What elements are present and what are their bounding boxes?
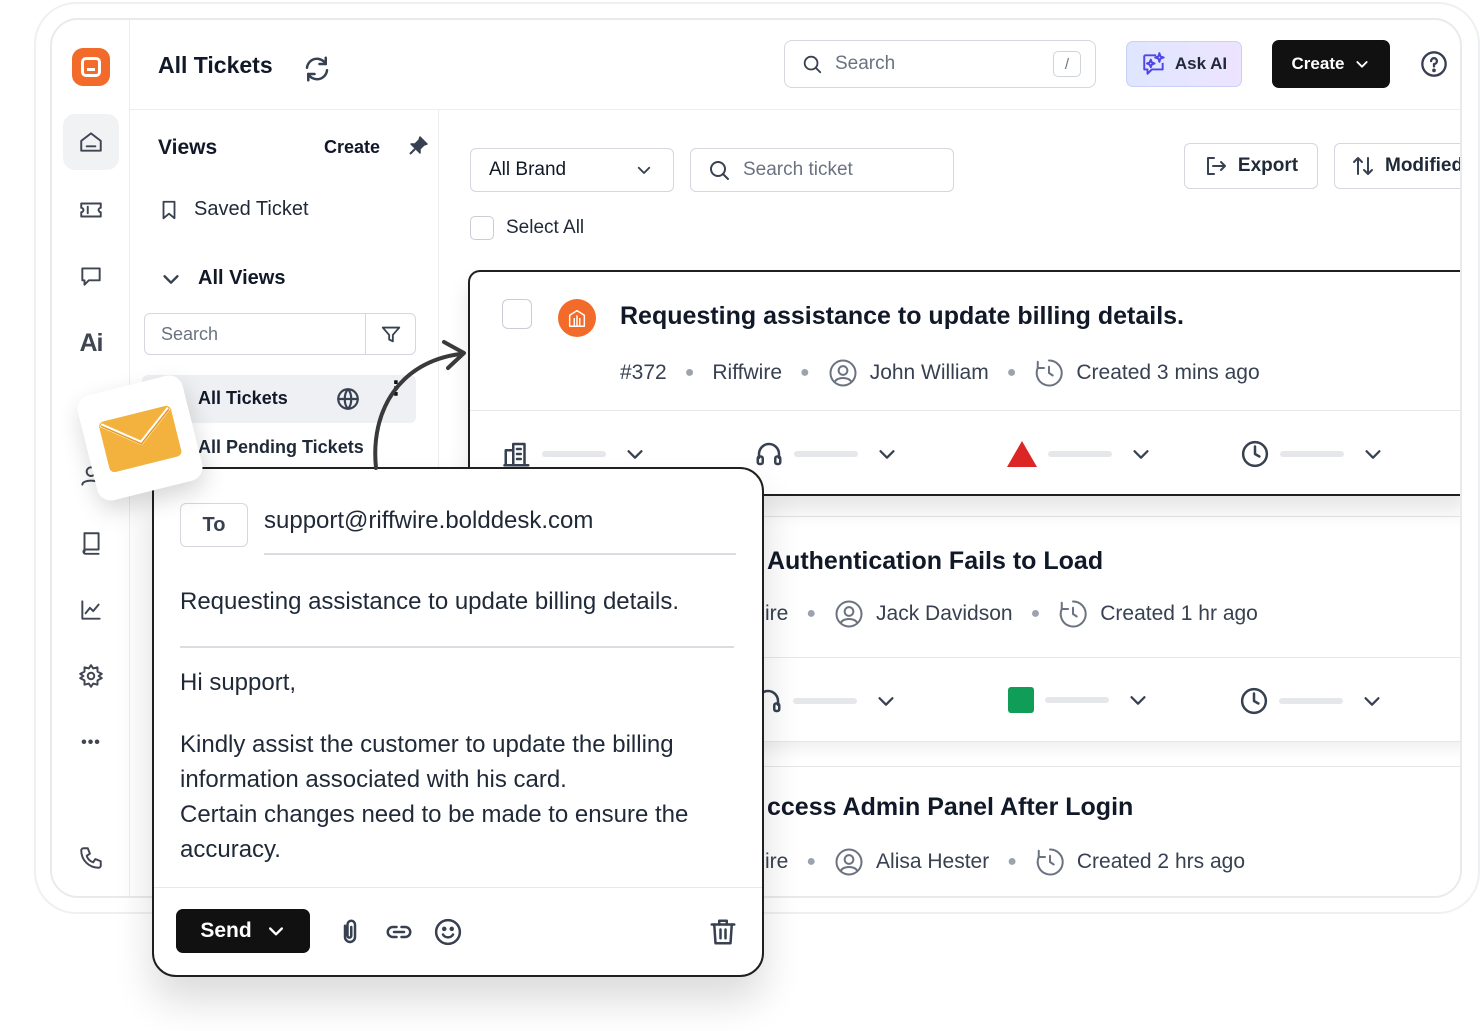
priority-triangle-icon xyxy=(1007,441,1037,467)
views-heading: Views xyxy=(158,136,218,159)
clock-history-icon xyxy=(1059,600,1087,628)
refresh-icon[interactable] xyxy=(302,54,332,84)
sparkle-chat-icon xyxy=(1143,52,1165,75)
ticket-agent: Jack Davidson xyxy=(876,602,1013,625)
compose-footer: Send xyxy=(154,887,762,975)
priority-field-dropdown[interactable] xyxy=(1006,439,1152,469)
ticket-icon[interactable] xyxy=(63,182,119,238)
app-logo[interactable] xyxy=(72,48,110,86)
ticket-agent: John William xyxy=(869,361,989,384)
due-date-field-dropdown[interactable] xyxy=(1239,686,1383,716)
ask-ai-button[interactable]: Ask AI xyxy=(1126,41,1242,87)
chart-icon[interactable] xyxy=(63,582,119,638)
clock-icon xyxy=(1240,687,1268,715)
brand-field-dropdown[interactable] xyxy=(502,439,646,469)
ticket-checkbox[interactable] xyxy=(502,299,532,329)
ticket-created: Created 2 hrs ago xyxy=(1076,850,1245,873)
more-icon[interactable]: ••• xyxy=(63,715,119,771)
agent-field-dropdown[interactable] xyxy=(754,439,898,469)
ticket-search-input[interactable]: Search ticket xyxy=(690,148,954,192)
ticket-meta: ire ● Jack Davidson ● Created 1 hr ago xyxy=(765,599,1258,629)
ticket-brand: ire xyxy=(765,602,789,625)
subject-field[interactable]: Requesting assistance to update billing … xyxy=(180,588,679,616)
emoji-icon[interactable] xyxy=(433,917,463,947)
link-icon[interactable] xyxy=(384,917,414,947)
trash-icon[interactable] xyxy=(708,917,738,947)
globe-icon xyxy=(335,386,361,412)
phone-icon[interactable] xyxy=(63,830,119,886)
pin-icon[interactable] xyxy=(406,134,430,158)
create-button[interactable]: Create xyxy=(1272,40,1390,88)
search-icon xyxy=(710,161,729,180)
global-search-input[interactable]: Search / xyxy=(784,40,1096,88)
headset-icon xyxy=(756,442,782,466)
company-avatar-icon xyxy=(558,299,596,337)
ticket-meta: ire ● Alisa Hester ● Created 2 hrs ago xyxy=(765,847,1245,877)
checkbox[interactable] xyxy=(470,216,494,240)
clock-icon xyxy=(1241,440,1269,468)
agent-field-dropdown[interactable] xyxy=(753,686,897,716)
ticket-brand: Riffwire xyxy=(712,361,783,384)
clock-history-icon xyxy=(1036,359,1064,387)
search-shortcut-key: / xyxy=(1053,51,1081,77)
chevron-down-icon xyxy=(1133,450,1149,459)
ticket-title[interactable]: ccess Admin Panel After Login xyxy=(767,793,1133,822)
ticket-brand: ire xyxy=(765,850,789,873)
brand-select[interactable]: All Brand xyxy=(470,148,674,192)
all-views-toggle[interactable]: All Views xyxy=(160,267,285,290)
home-icon[interactable] xyxy=(63,114,119,170)
chevron-down-icon xyxy=(163,274,179,284)
curved-arrow-icon xyxy=(373,340,466,470)
priority-square-icon xyxy=(1008,687,1034,713)
ticket-title[interactable]: Requesting assistance to update billing … xyxy=(620,302,1184,331)
chevron-down-icon xyxy=(879,450,895,459)
to-label-chip: To xyxy=(180,503,248,547)
book-icon[interactable] xyxy=(63,515,119,571)
ai-icon[interactable]: Ai xyxy=(63,315,119,371)
bookmark-icon xyxy=(162,200,176,219)
chat-icon[interactable] xyxy=(63,248,119,304)
view-item-all-pending-tickets[interactable]: All Pending Tickets xyxy=(198,437,364,458)
ticket-id: #372 xyxy=(620,361,667,384)
chevron-down-icon xyxy=(637,166,651,174)
sort-icon xyxy=(1353,157,1373,175)
building-icon xyxy=(503,442,530,467)
chevron-down-icon xyxy=(1356,61,1369,68)
chevron-down-icon xyxy=(627,450,643,459)
due-date-field-dropdown[interactable] xyxy=(1240,439,1384,469)
user-circle-icon xyxy=(835,600,863,628)
ticket-created: Created 1 hr ago xyxy=(1100,602,1258,625)
ticket-card[interactable]: Requesting assistance to update billing … xyxy=(468,270,1460,496)
create-view-button[interactable]: Create xyxy=(324,137,380,158)
ticket-meta: #372 ● Riffwire ● John William ● Created… xyxy=(620,358,1260,388)
email-compose-panel: To support@riffwire.bolddesk.com Request… xyxy=(152,467,764,977)
chevron-down-icon xyxy=(878,697,894,706)
email-greeting[interactable]: Hi support, xyxy=(180,669,296,697)
help-icon[interactable] xyxy=(1420,50,1448,78)
chevron-down-icon xyxy=(1365,450,1381,459)
chevron-down-icon xyxy=(1364,697,1380,706)
user-circle-icon xyxy=(829,359,857,387)
export-icon xyxy=(1206,157,1226,175)
clock-history-icon xyxy=(1036,848,1064,876)
search-icon xyxy=(803,55,822,74)
export-button[interactable]: Export xyxy=(1184,143,1318,189)
select-all-checkbox[interactable]: Select All xyxy=(470,216,584,240)
chevron-down-icon xyxy=(1130,696,1146,705)
gear-icon[interactable] xyxy=(63,648,119,704)
user-circle-icon xyxy=(835,848,863,876)
page-title: All Tickets xyxy=(158,52,273,78)
sort-button[interactable]: Modified xyxy=(1334,143,1460,189)
chevron-down-icon xyxy=(268,927,283,936)
priority-field-dropdown[interactable] xyxy=(1007,686,1149,714)
top-bar: All Tickets Search / Ask AI Create xyxy=(130,20,1460,110)
saved-ticket-item[interactable]: Saved Ticket xyxy=(158,198,309,221)
to-address-field[interactable]: support@riffwire.bolddesk.com xyxy=(264,507,593,535)
email-body[interactable]: Kindly assist the customer to update the… xyxy=(180,727,752,867)
attachment-icon[interactable] xyxy=(335,917,365,947)
ticket-title[interactable]: Authentication Fails to Load xyxy=(767,547,1103,576)
ticket-created: Created 3 mins ago xyxy=(1076,361,1260,384)
ticket-agent: Alisa Hester xyxy=(876,850,990,873)
send-button[interactable]: Send xyxy=(176,909,310,953)
